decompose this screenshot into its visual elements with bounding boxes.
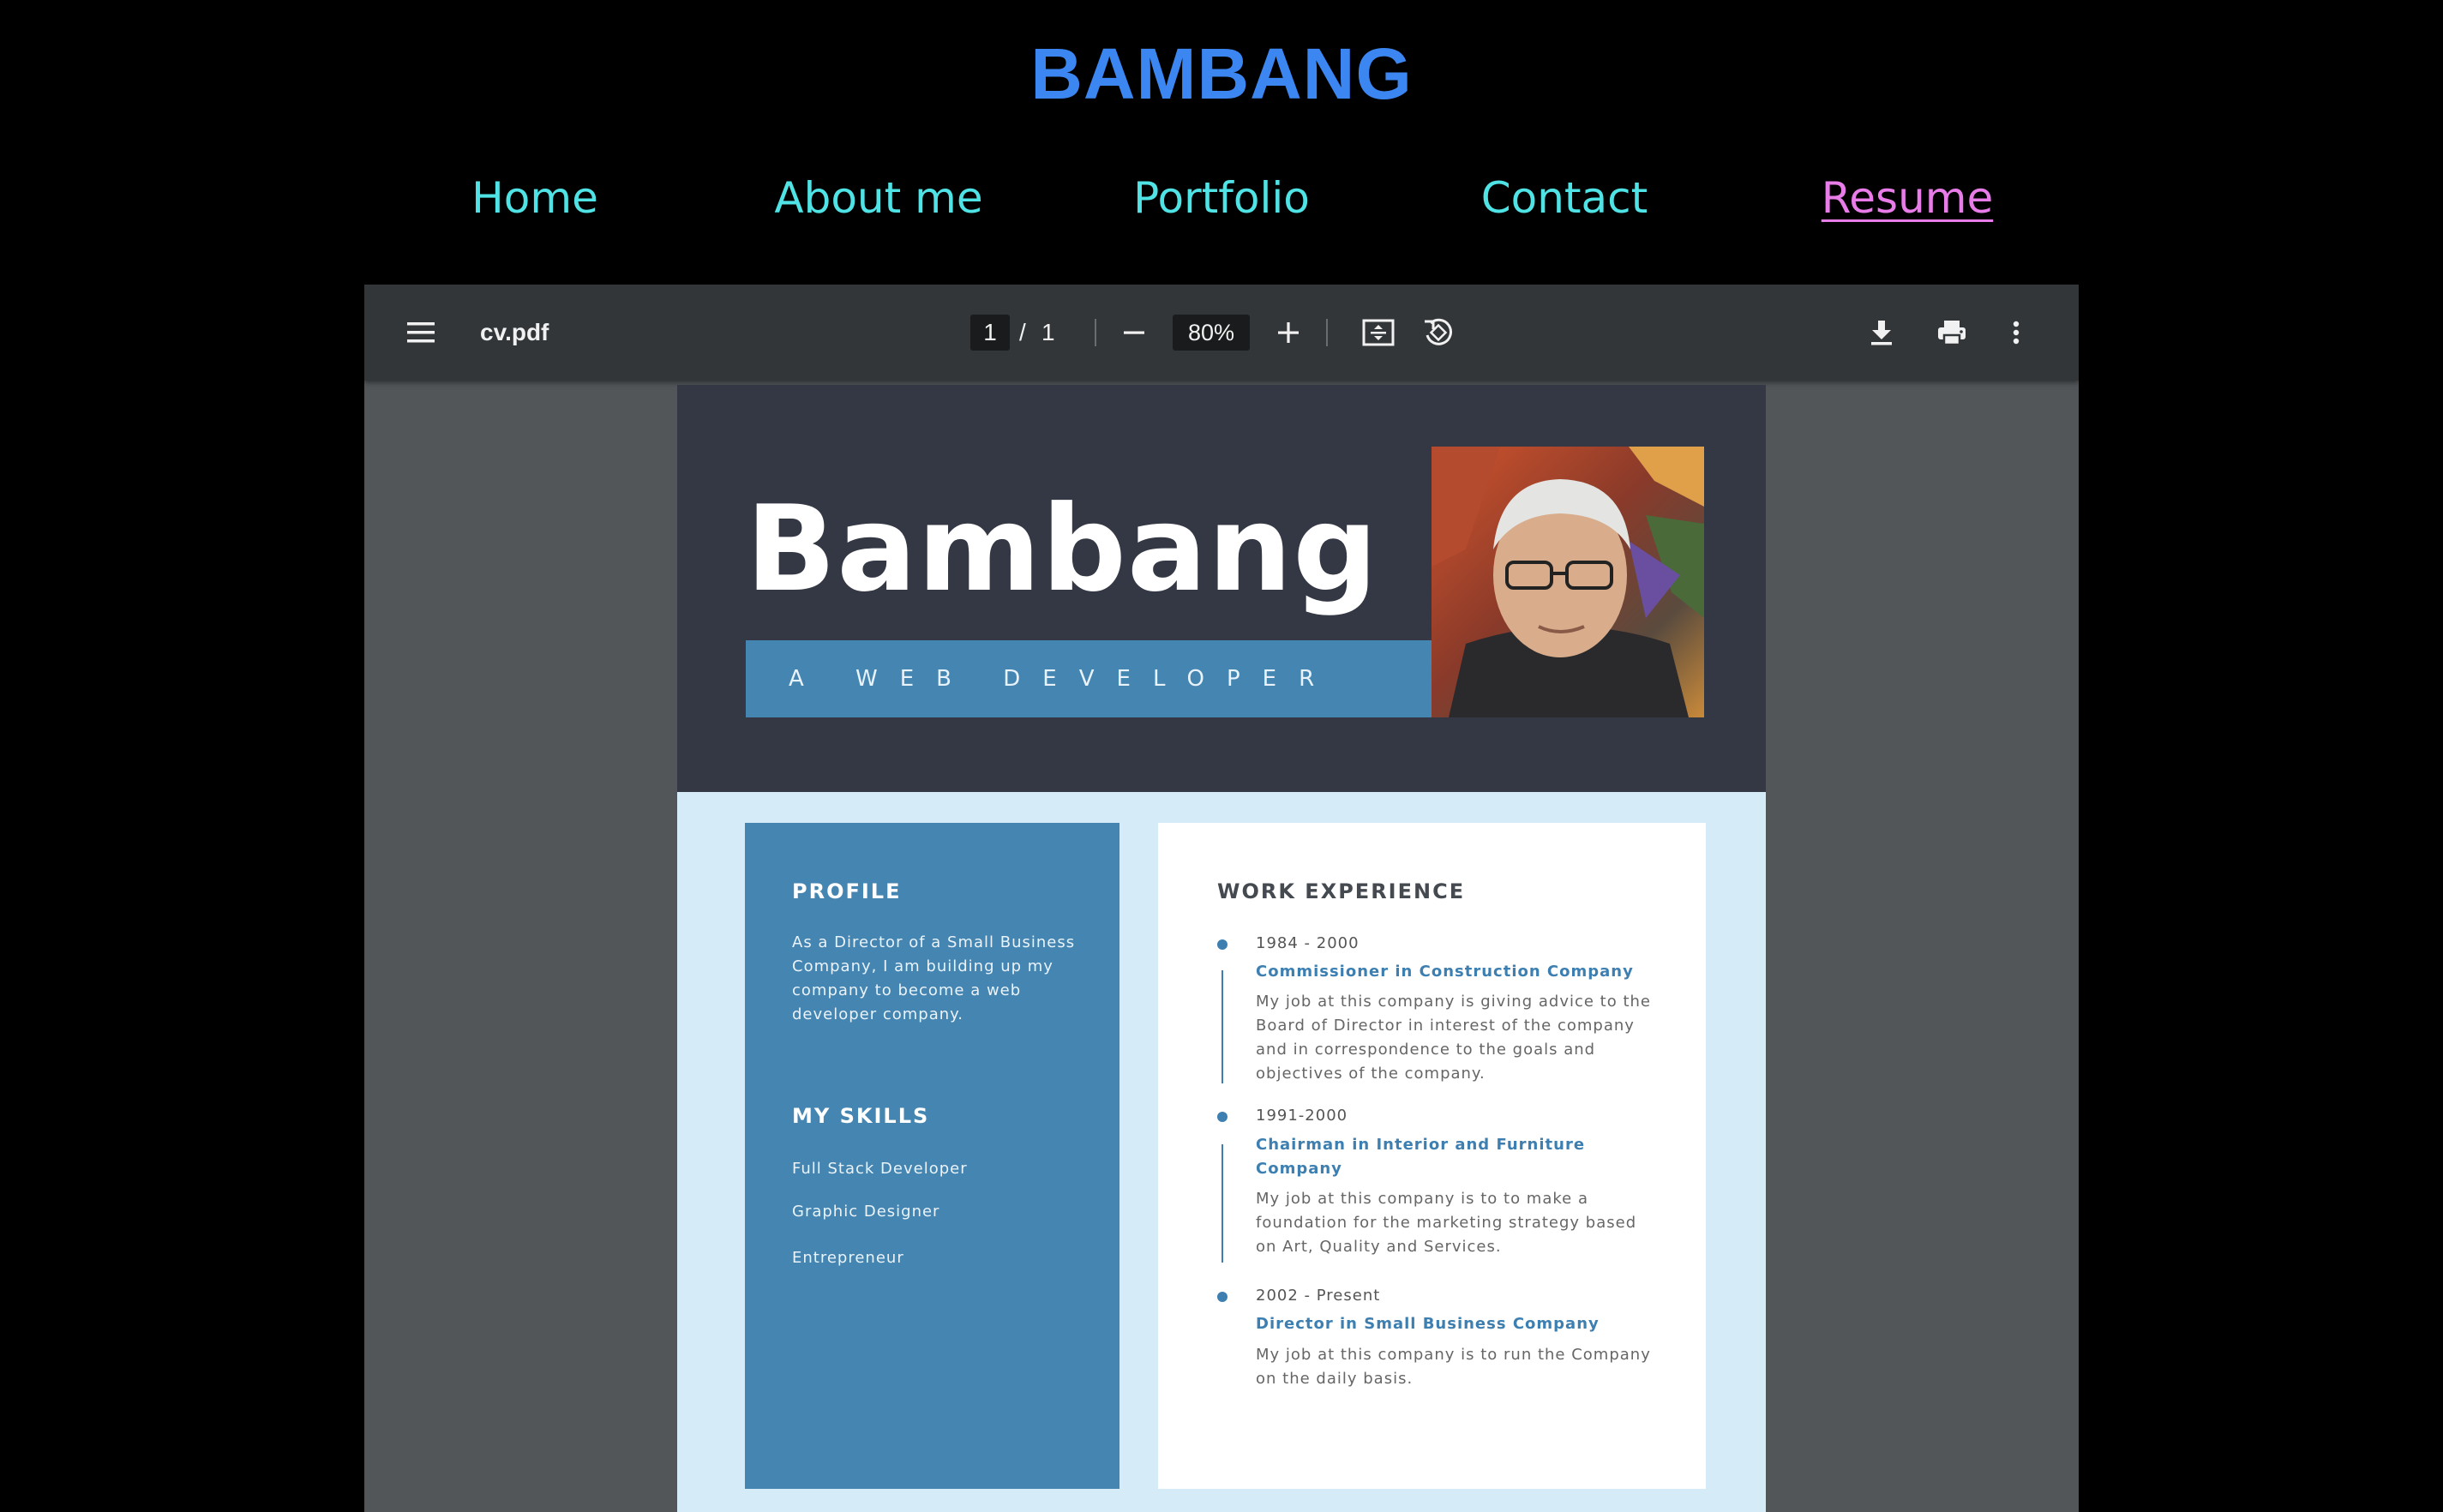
rotate-icon[interactable] [1422,285,1455,381]
nav-contact[interactable]: Contact [1481,168,1648,228]
resume-header: Bambang A WEB DEVELOPER [677,385,1766,792]
timeline-dot [1217,1292,1228,1302]
skills-title: MY SKILLS [792,1104,930,1128]
timeline-dot [1217,939,1228,950]
pdf-toolbar: cv.pdf 1 / 1 80% [364,285,2079,381]
work-title: WORK EXPERIENCE [1217,879,1466,903]
timeline-line [1222,1144,1223,1263]
job-title: Director in Small Business Company [1256,1315,1600,1333]
job-title: Chairman in Interior and Furniture Compa… [1256,1136,1586,1178]
toolbar-divider [1326,319,1328,346]
resume-role: A WEB DEVELOPER [789,666,1337,692]
fit-page-icon[interactable] [1362,285,1395,381]
page-total: 1 [1041,319,1055,345]
zoom-in-icon[interactable] [1277,285,1300,381]
skill-item: Full Stack Developer [792,1160,968,1178]
nav-portfolio[interactable]: Portfolio [1133,168,1310,228]
left-column: PROFILE As a Director of a Small Busines… [745,823,1119,1489]
profile-title: PROFILE [792,879,902,903]
site-title: BAMBANG [1030,33,1413,114]
pdf-viewer: cv.pdf 1 / 1 80% Bambang A WEB DEVELOPER… [364,285,2079,1512]
menu-icon[interactable] [407,285,436,381]
skill-item: Entrepreneur [792,1249,904,1267]
more-options-icon[interactable] [2012,285,2020,381]
nav-about-me[interactable]: About me [774,168,982,228]
role-banner: A WEB DEVELOPER [746,640,1432,717]
zoom-out-icon[interactable] [1123,285,1145,381]
job-description: My job at this company is to run the Com… [1256,1346,1651,1388]
resume-name: Bambang [746,480,1379,618]
right-column: WORK EXPERIENCE 1984 - 2000 Commissioner… [1158,823,1706,1489]
job-title: Commissioner in Construction Company [1256,963,1634,981]
timeline-dot [1217,1112,1228,1122]
job-date: 1991-2000 [1256,1107,1348,1125]
skill-item: Graphic Designer [792,1203,940,1221]
download-icon[interactable] [1870,285,1894,381]
profile-text: As a Director of a Small Business Compan… [792,933,1076,1023]
page-number-input[interactable]: 1 [970,315,1010,351]
job-date: 1984 - 2000 [1256,934,1360,952]
profile-photo [1432,447,1704,717]
job-description: My job at this company is to to make a f… [1256,1190,1637,1256]
pdf-page: Bambang A WEB DEVELOPER PROFILE As a Dir… [677,385,1766,1512]
job-description: My job at this company is giving advice … [1256,993,1651,1083]
timeline-line [1222,970,1223,1083]
toolbar-divider [1095,319,1096,346]
job-date: 2002 - Present [1256,1287,1381,1305]
nav-home[interactable]: Home [471,168,598,228]
page-separator: / [1019,319,1026,345]
pdf-filename: cv.pdf [480,319,549,345]
zoom-level-input[interactable]: 80% [1173,315,1250,351]
nav-resume[interactable]: Resume [1822,168,1993,228]
print-icon[interactable] [1936,285,1967,381]
main-nav: Home About me Portfolio Contact Resume [0,168,2443,228]
